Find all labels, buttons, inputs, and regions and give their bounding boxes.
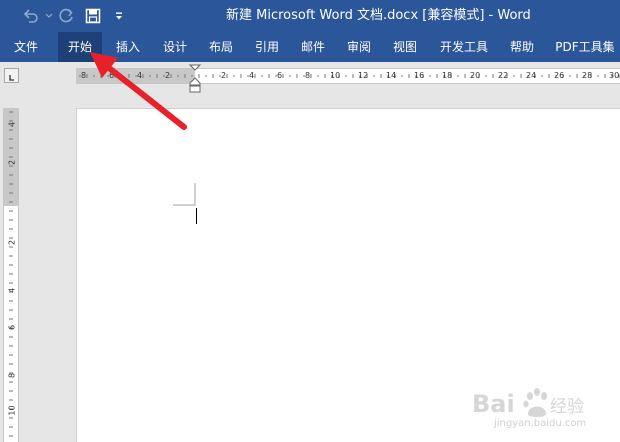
undo-button[interactable] bbox=[18, 4, 44, 28]
ruler-label: 6 bbox=[277, 71, 283, 80]
redo-button[interactable] bbox=[54, 4, 80, 28]
ruler-label: 14 bbox=[386, 71, 397, 80]
customize-qat-icon bbox=[116, 12, 122, 20]
tab-layout[interactable]: 布局 bbox=[201, 32, 241, 62]
vruler-label: 4 bbox=[7, 287, 17, 294]
ruler-label: 20 bbox=[470, 71, 481, 80]
baidu-logo: Bai 经验 bbox=[472, 388, 584, 418]
ruler-label: 12 bbox=[358, 71, 369, 80]
tab-developer[interactable]: 开发工具 bbox=[433, 32, 495, 62]
tab-selector-button[interactable] bbox=[4, 68, 19, 83]
margin-corner-mark bbox=[173, 183, 196, 206]
vruler-label: 8 bbox=[7, 372, 17, 379]
save-icon bbox=[85, 8, 101, 24]
ruler-label: 2 bbox=[221, 71, 227, 80]
ruler-label: 24 bbox=[526, 71, 537, 80]
vruler-label: 10 bbox=[7, 405, 17, 416]
vruler-label: 2 bbox=[7, 159, 17, 166]
baidu-watermark: Bai 经验 jingyan.baidu.com bbox=[470, 380, 615, 438]
save-button[interactable] bbox=[80, 4, 106, 28]
tab-help[interactable]: 帮助 bbox=[502, 32, 542, 62]
ruler-label: 28 bbox=[582, 71, 593, 80]
redo-icon bbox=[59, 8, 73, 23]
ruler-label: 22 bbox=[498, 71, 509, 80]
tab-review[interactable]: 审阅 bbox=[339, 32, 379, 62]
ruler-label: 26 bbox=[554, 71, 565, 80]
vruler-label: 4 bbox=[7, 121, 17, 128]
svg-text:Bai: Bai bbox=[472, 390, 515, 418]
tab-references[interactable]: 引用 bbox=[247, 32, 287, 62]
undo-icon bbox=[23, 9, 38, 23]
tab-file[interactable]: 文件 bbox=[2, 32, 50, 62]
ruler-label: 18 bbox=[442, 71, 453, 80]
tab-mailings[interactable]: 邮件 bbox=[293, 32, 333, 62]
annotation-arrow bbox=[90, 52, 187, 130]
window-title: 新建 Microsoft Word 文档.docx [兼容模式] - Word bbox=[226, 8, 531, 23]
ruler-label: 30 bbox=[609, 71, 620, 80]
ruler-label: 4 bbox=[249, 71, 255, 80]
ruler-label: 10 bbox=[330, 71, 341, 80]
svg-text:经验: 经验 bbox=[550, 397, 584, 417]
text-cursor[interactable] bbox=[196, 208, 197, 224]
tab-pdf-tools[interactable]: PDF工具集 bbox=[550, 32, 620, 62]
quick-access-toolbar bbox=[18, 4, 132, 28]
watermark-url: jingyan.baidu.com bbox=[494, 418, 587, 429]
customize-qat-button[interactable] bbox=[106, 4, 132, 28]
vruler-label: 6 bbox=[7, 324, 17, 331]
chevron-down-icon bbox=[45, 13, 53, 18]
title-bar: 新建 Microsoft Word 文档.docx [兼容模式] - Word bbox=[0, 0, 620, 32]
left-tab-stop-icon bbox=[9, 75, 14, 81]
ruler-label: 16 bbox=[414, 71, 425, 80]
vruler-label: 2 bbox=[7, 239, 17, 246]
ruler-label: 8 bbox=[305, 71, 311, 80]
undo-dropdown[interactable] bbox=[44, 4, 54, 28]
vertical-ruler[interactable]: 4 2 2 4 6 8 10 bbox=[3, 108, 19, 442]
tab-view[interactable]: 视图 bbox=[385, 32, 425, 62]
